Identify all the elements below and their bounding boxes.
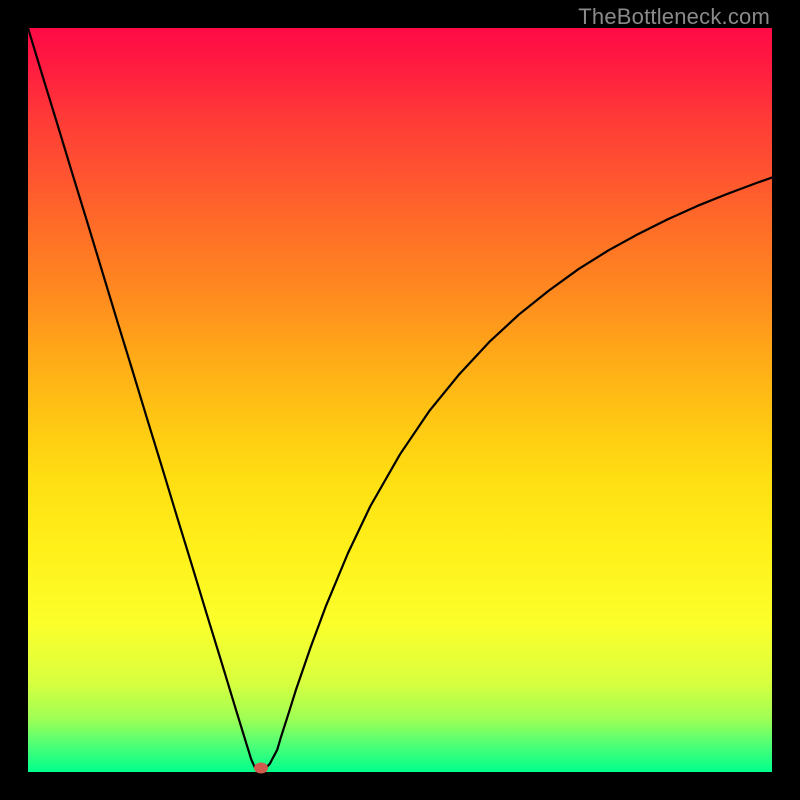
bottleneck-curve	[28, 28, 772, 772]
chart-frame: TheBottleneck.com	[0, 0, 800, 800]
plot-area	[28, 28, 772, 772]
watermark-text: TheBottleneck.com	[578, 4, 770, 30]
optimum-marker	[254, 762, 268, 773]
